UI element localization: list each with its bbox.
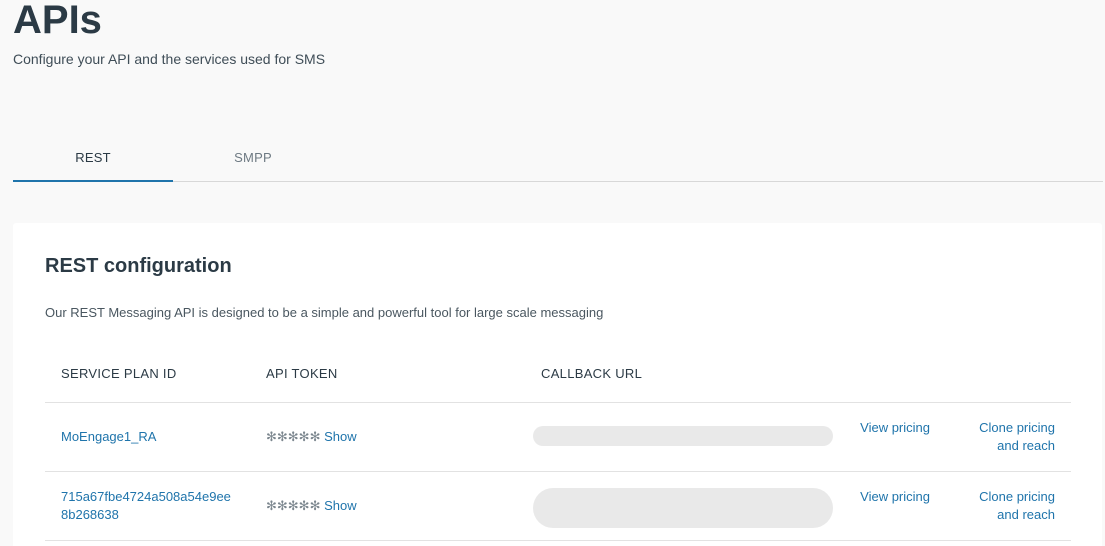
section-title: REST configuration <box>45 255 232 277</box>
show-token-link[interactable]: Show <box>324 429 357 444</box>
service-plans-table: SERVICE PLAN ID API TOKEN CALLBACK URL M… <box>45 353 1071 541</box>
clone-pricing-link[interactable]: Clone pricing and reach <box>955 488 1055 524</box>
page-title: APIs <box>13 0 102 42</box>
callback-url-field[interactable] <box>533 426 833 446</box>
api-tabs: REST SMPP <box>13 135 1103 182</box>
show-token-link[interactable]: Show <box>324 498 357 513</box>
table-header: SERVICE PLAN ID API TOKEN CALLBACK URL <box>45 353 1071 403</box>
table-row: 715a67fbe4724a508a54e9ee8b268638 ✻✻✻✻✻ S… <box>45 472 1071 541</box>
service-plan-id-link[interactable]: 715a67fbe4724a508a54e9ee8b268638 <box>61 488 237 524</box>
view-pricing-link[interactable]: View pricing <box>860 488 930 506</box>
clone-pricing-link[interactable]: Clone pricing and reach <box>955 419 1055 455</box>
rest-configuration-card: REST configuration Our REST Messaging AP… <box>13 223 1102 546</box>
column-header-service-plan-id: SERVICE PLAN ID <box>61 366 177 381</box>
api-token-mask: ✻✻✻✻✻ <box>266 498 321 513</box>
table-row: MoEngage1_RA ✻✻✻✻✻ Show View pricing Clo… <box>45 403 1071 472</box>
section-description: Our REST Messaging API is designed to be… <box>45 305 604 320</box>
page-subtitle: Configure your API and the services used… <box>13 51 326 67</box>
apis-page: APIs Configure your API and the services… <box>0 0 1105 546</box>
view-pricing-link[interactable]: View pricing <box>860 419 930 437</box>
callback-url-field[interactable] <box>533 488 833 528</box>
tab-smpp[interactable]: SMPP <box>173 135 333 181</box>
api-token-cell: ✻✻✻✻✻ Show <box>266 429 357 445</box>
column-header-callback-url: CALLBACK URL <box>541 366 643 381</box>
column-header-api-token: API TOKEN <box>266 366 338 381</box>
tab-rest[interactable]: REST <box>13 135 173 182</box>
api-token-mask: ✻✻✻✻✻ <box>266 429 321 444</box>
service-plan-id-link[interactable]: MoEngage1_RA <box>61 428 241 446</box>
api-token-cell: ✻✻✻✻✻ Show <box>266 498 357 514</box>
